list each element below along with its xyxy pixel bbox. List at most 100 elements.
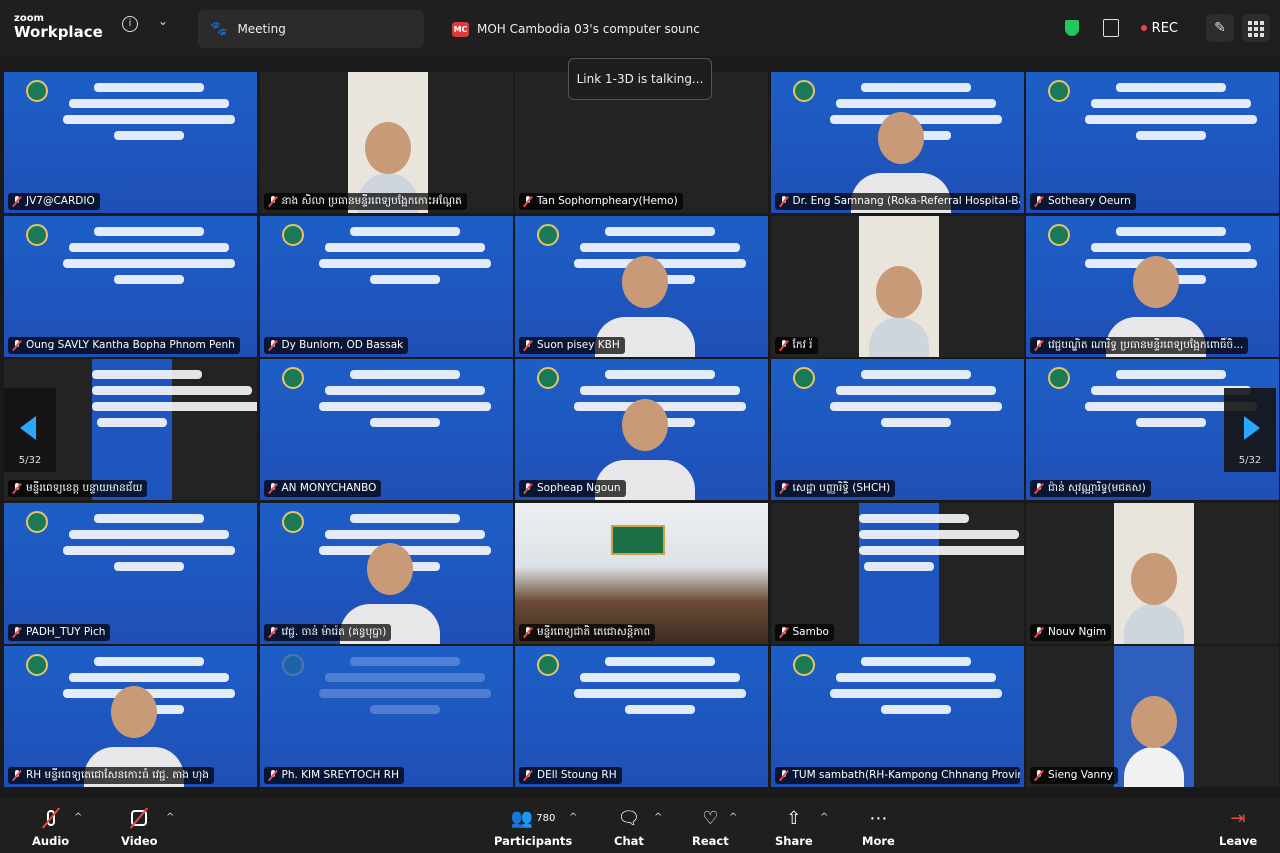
chat-button[interactable]: 🗨 Chat bbox=[614, 804, 644, 849]
leave-button[interactable]: ⇥ Leave bbox=[1219, 804, 1257, 849]
participant-tile[interactable]: Oung SAVLY Kantha Bopha Phnom Penh bbox=[4, 215, 257, 357]
mic-muted-icon bbox=[1035, 339, 1043, 351]
logo-line2: Workplace bbox=[14, 23, 103, 41]
participant-tile[interactable]: Nouv Ngim bbox=[1026, 502, 1279, 644]
participant-tile[interactable]: TUM sambath(RH-Kampong Chhnang Provin... bbox=[770, 646, 1024, 787]
slide-title-graphic bbox=[310, 652, 500, 721]
mic-muted-icon bbox=[40, 807, 62, 829]
slide-title-graphic bbox=[54, 78, 244, 147]
active-speaker-toast: Link 1-3D is talking... bbox=[568, 58, 712, 100]
participant-tile[interactable]: កែវ រ៉ bbox=[770, 215, 1024, 357]
participant-tile[interactable]: វេជ្ជបណ្ឌិត ណារិទ្ធ ប្រធានមន្ទីរពេទ្យបង្… bbox=[1026, 215, 1279, 357]
apps-grid-icon[interactable] bbox=[1242, 14, 1270, 42]
participant-tile[interactable]: PADH_TUY Pich bbox=[4, 502, 257, 644]
tab-screen-share[interactable]: MC MOH Cambodia 03's computer sounc bbox=[440, 10, 740, 48]
participant-tile[interactable]: Dr. Eng Samnang (Roka-Referral Hospital-… bbox=[770, 72, 1024, 213]
more-dots-icon: ⋯ bbox=[869, 807, 888, 829]
share-avatar-badge: MC bbox=[452, 21, 469, 37]
video-options-chevron-icon[interactable]: ^ bbox=[166, 812, 174, 823]
participant-tile[interactable]: Suon pisey KBH bbox=[515, 215, 768, 357]
mic-muted-icon bbox=[269, 339, 277, 351]
camera-feed bbox=[1114, 502, 1194, 644]
mic-muted-icon bbox=[13, 196, 21, 207]
audio-options-chevron-icon[interactable]: ^ bbox=[74, 812, 82, 823]
participant-name-label: Sopheap Ngoun bbox=[519, 480, 626, 497]
participant-name-text: RH មន្ទីរពេទ្យតេជោសែនកោះធំ វេជ្ជ. តាង ហុ… bbox=[26, 769, 209, 781]
camera-feed bbox=[347, 72, 428, 213]
chat-label: Chat bbox=[614, 834, 644, 848]
mic-muted-icon bbox=[780, 483, 788, 494]
audio-button[interactable]: Audio bbox=[32, 804, 69, 848]
next-page-button[interactable]: 5/32 bbox=[1224, 388, 1276, 472]
participants-button[interactable]: 👥 780 Participants bbox=[494, 804, 573, 849]
chevron-down-icon[interactable]: ⌄ bbox=[158, 14, 168, 28]
mic-muted-icon bbox=[780, 770, 788, 781]
participant-name-text: PADH_TUY Pich bbox=[26, 625, 106, 638]
mic-muted-icon bbox=[13, 483, 21, 494]
mic-muted-icon bbox=[524, 770, 532, 781]
react-label: React bbox=[692, 834, 729, 848]
notes-icon[interactable] bbox=[1102, 19, 1119, 37]
participant-tile[interactable]: JV7@CARDIO bbox=[4, 72, 257, 213]
participant-tile[interactable]: Ph. KIM SREYTOCH RH bbox=[259, 646, 513, 787]
tab-meeting[interactable]: 🐾 Meeting bbox=[198, 10, 424, 48]
participant-tile[interactable]: RH មន្ទីរពេទ្យតេជោសែនកោះធំ វេជ្ជ. តាង ហុ… bbox=[4, 646, 257, 787]
react-button[interactable]: ♡ React bbox=[692, 804, 729, 849]
mic-muted-icon bbox=[269, 770, 277, 781]
audio-label: Audio bbox=[32, 834, 70, 848]
participant-name-text: JV7@CARDIO bbox=[26, 195, 95, 207]
participant-name-label: Dy Bunlorn, OD Bassak bbox=[263, 336, 409, 354]
participant-name-label: មន្ទីរពេទ្យជាតិ តេជោសន្តិភាព bbox=[519, 623, 656, 641]
slide-title-graphic bbox=[858, 509, 1024, 578]
chat-options-chevron-icon[interactable]: ^ bbox=[654, 812, 662, 823]
previous-page-button[interactable]: 5/32 bbox=[4, 388, 56, 472]
participant-tile[interactable]: Sotheary Oeurn bbox=[1026, 72, 1279, 213]
info-icon[interactable]: i bbox=[122, 16, 138, 32]
participants-options-chevron-icon[interactable]: ^ bbox=[569, 812, 577, 823]
participant-tile[interactable]: Dy Bunlorn, OD Bassak bbox=[259, 215, 513, 357]
slide-title-graphic bbox=[54, 222, 244, 291]
participant-name-text: Sotheary Oeurn bbox=[1048, 195, 1131, 207]
video-label: Video bbox=[121, 834, 158, 848]
mic-muted-icon bbox=[780, 196, 788, 207]
participant-name-label: PADH_TUY Pich bbox=[8, 623, 111, 641]
camera-feed bbox=[1114, 646, 1194, 787]
participant-name-text: វេជ្ជបណ្ឌិត ណារិទ្ធ ប្រធានមន្ទីរពេទ្យបង្… bbox=[1048, 338, 1244, 351]
ministry-emblem-icon bbox=[792, 654, 815, 676]
participant-name-label: ជ៉ាន់ សុវណ្ណារិទ្ធ(មជតស) bbox=[1030, 480, 1151, 497]
participant-tile[interactable]: សេដ្ឋា បញ្ញារិទ្ធិ (SHCH) bbox=[770, 359, 1024, 500]
recording-indicator[interactable]: REC bbox=[1140, 21, 1178, 36]
participant-tile[interactable]: នាង សិលា ប្រធានមន្ទីរពេទ្យបង្អែកកោះអណ្ដែ… bbox=[259, 72, 513, 213]
share-options-chevron-icon[interactable]: ^ bbox=[820, 812, 828, 823]
participant-tile[interactable]: Sambo bbox=[770, 502, 1024, 644]
participant-name-label: JV7@CARDIO bbox=[8, 193, 100, 210]
slide-title-graphic bbox=[310, 365, 500, 434]
participant-tile[interactable]: មន្ទីរពេទ្យជាតិ តេជោសន្តិភាព bbox=[515, 502, 768, 644]
participant-tile[interactable]: AN MONYCHANBO bbox=[259, 359, 513, 500]
page-indicator-left: 5/32 bbox=[18, 455, 42, 466]
participant-tile[interactable]: វេជ្ជ. ចាន់ ម៉ារ៉េត (គន្ធបុប្ផា) bbox=[259, 502, 513, 644]
security-shield-icon[interactable] bbox=[1064, 20, 1079, 36]
participant-video bbox=[1124, 696, 1184, 787]
ministry-emblem-icon bbox=[26, 223, 48, 246]
participant-name-text: នាង សិលា ប្រធានមន្ទីរពេទ្យបង្អែកកោះអណ្ដែ… bbox=[281, 195, 462, 207]
slide-title-graphic bbox=[821, 365, 1011, 434]
ministry-emblem-icon bbox=[1048, 80, 1070, 102]
participant-name-label: កែវ រ៉ bbox=[774, 336, 818, 354]
page-indicator-right: 5/32 bbox=[1238, 455, 1262, 466]
participants-label: Participants bbox=[494, 834, 573, 848]
more-button[interactable]: ⋯ More bbox=[862, 804, 895, 849]
pencil-icon[interactable]: ✎ bbox=[1206, 14, 1234, 42]
participant-tile[interactable]: Sieng Vanny bbox=[1026, 646, 1279, 787]
participant-tile[interactable]: Sopheap Ngoun bbox=[515, 359, 768, 500]
mic-muted-icon bbox=[269, 483, 277, 494]
participant-name-text: មន្ទីរពេទ្យខេត្ត បន្ទាយមានជ័យ bbox=[26, 482, 143, 494]
participant-tile[interactable]: DEll Stoung RH bbox=[515, 646, 768, 787]
participant-name-text: ជ៉ាន់ សុវណ្ណារិទ្ធ(មជតស) bbox=[1048, 482, 1146, 494]
ministry-emblem-icon bbox=[281, 510, 304, 533]
mic-muted-icon bbox=[1035, 626, 1043, 638]
share-screen-button[interactable]: ⇧ Share bbox=[775, 804, 813, 849]
participant-name-label: RH មន្ទីរពេទ្យតេជោសែនកោះធំ វេជ្ជ. តាង ហុ… bbox=[8, 767, 214, 784]
react-options-chevron-icon[interactable]: ^ bbox=[729, 812, 737, 823]
video-button[interactable]: Video bbox=[121, 804, 158, 848]
